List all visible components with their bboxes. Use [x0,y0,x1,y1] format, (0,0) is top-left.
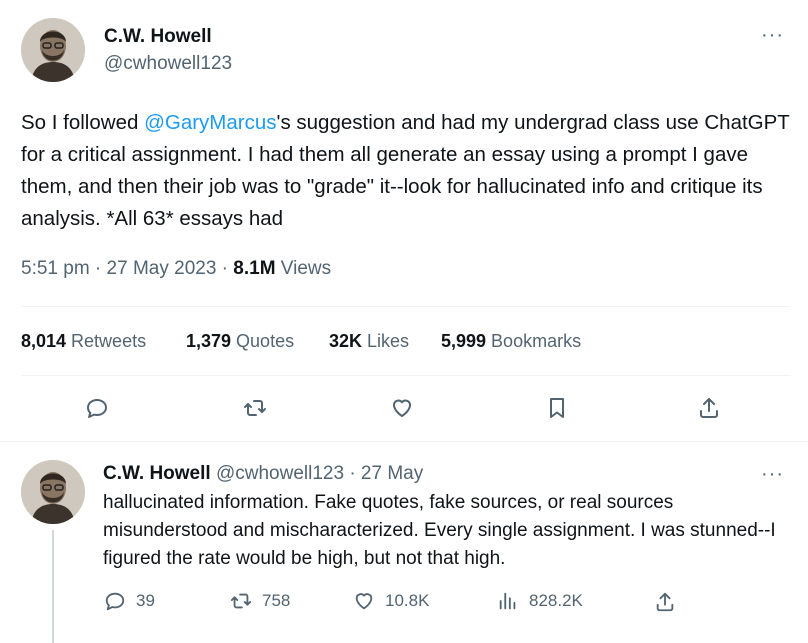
retweet-count: 758 [262,591,291,610]
stat-label: Bookmarks [486,331,582,351]
reply-icon[interactable] [85,396,109,420]
reply-count: 39 [136,591,155,610]
stat-label: Quotes [231,331,295,351]
reply-header: C.W. Howell @cwhowell123 · 27 May [103,463,423,485]
reply-text: hallucinated information. Fake quotes, f… [103,492,776,569]
author-avatar[interactable] [21,18,85,82]
thread-line [52,530,54,643]
reply-action-reply[interactable]: 39 [104,590,155,612]
like-icon[interactable] [390,396,414,420]
avatar-image [21,18,85,82]
stat-label: Likes [362,331,410,351]
divider [21,306,791,307]
divider [21,375,791,376]
like-count: 10.8K [385,591,430,610]
retweet-icon[interactable] [243,396,267,420]
share-icon[interactable] [697,396,721,420]
stat-quotes[interactable]: 1,379 Quotes [186,331,294,352]
author-handle[interactable]: @cwhowell123 [104,53,232,75]
reply-author-handle[interactable]: @cwhowell123 · 27 May [211,463,423,484]
reply-icon [105,592,125,611]
more-icon[interactable]: ··· [761,463,784,486]
stat-count: 32K [329,331,363,351]
stat-likes[interactable]: 32K Likes [329,331,409,352]
stat-count: 1,379 [186,331,232,351]
tweet-meta: 5:51 pm · 27 May 2023 · 8.1M Views [21,258,331,280]
reply-avatar[interactable] [21,460,85,524]
stat-count: 8,014 [21,331,67,351]
divider [0,441,808,442]
like-icon [355,593,373,610]
reply-action-retweet[interactable]: 758 [230,590,290,612]
more-icon[interactable]: ··· [761,24,784,47]
bookmark-icon[interactable] [545,396,569,420]
avatar-image [21,460,85,524]
reply-author-name[interactable]: C.W. Howell [103,463,211,484]
share-icon[interactable] [654,591,676,613]
stat-bookmarks[interactable]: 5,999 Bookmarks [441,331,581,352]
tweet-text-start: So I followed [21,111,145,134]
views-label: Views [275,258,332,279]
reply-action-like[interactable]: 10.8K [353,590,429,612]
reply-action-views[interactable]: 828.2K [497,590,583,612]
views-icon [499,592,516,610]
retweet-icon [230,593,252,609]
author-name[interactable]: C.W. Howell [104,26,212,48]
views-count: 828.2K [529,591,583,610]
stat-count: 5,999 [441,331,487,351]
tweet-text: So I followed @GaryMarcus's suggestion a… [21,107,791,235]
mention-link[interactable]: @GaryMarcus [144,111,276,134]
stat-label: Retweets [66,331,147,351]
views-count: 8.1M [233,258,276,279]
stat-retweets[interactable]: 8,014 Retweets [21,331,146,352]
tweet-timestamp[interactable]: 5:51 pm · 27 May 2023 · [21,258,233,279]
